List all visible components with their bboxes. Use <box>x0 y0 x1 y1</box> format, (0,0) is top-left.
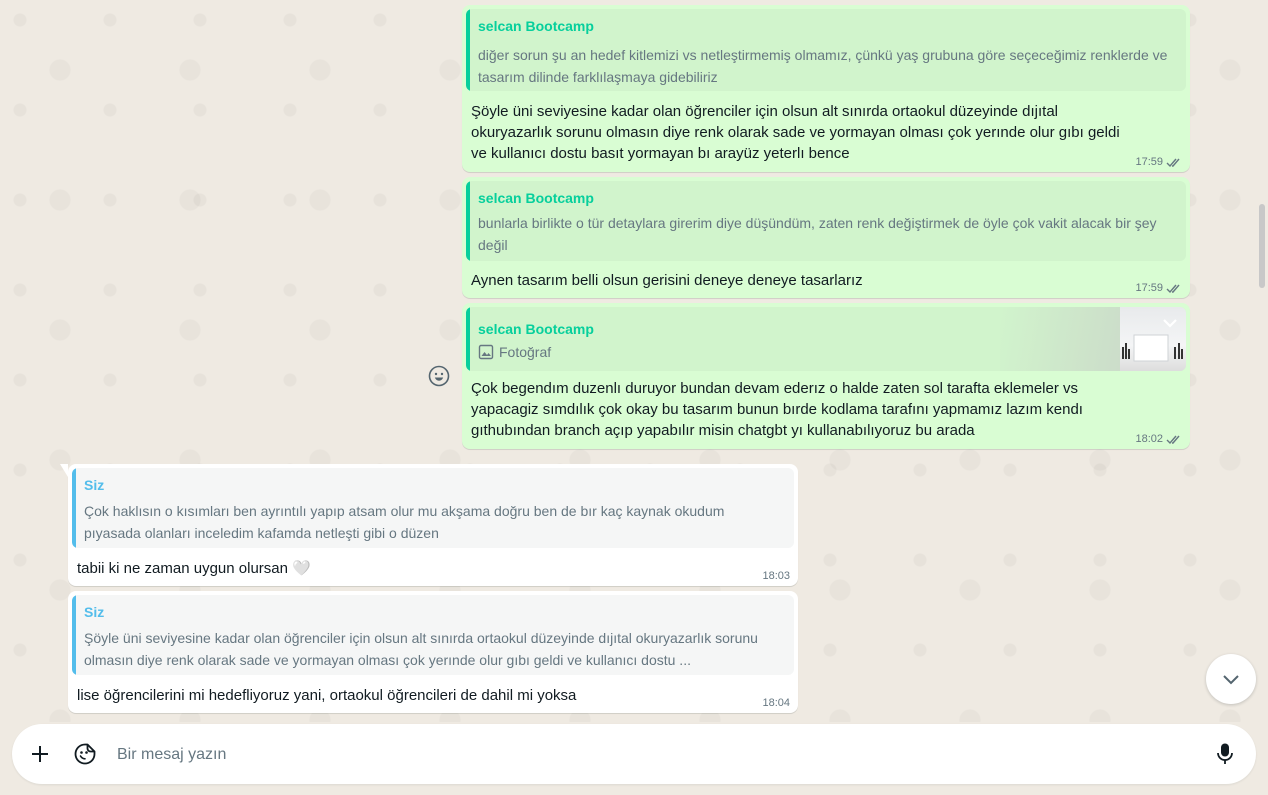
message-time: 18:04 <box>762 697 790 709</box>
outgoing-message[interactable]: selcan Bootcamp diğer sorun şu an hedef … <box>462 5 1190 172</box>
microphone-icon <box>1217 743 1233 764</box>
quote-text: bunlarla birlikte o tür detaylara gireri… <box>478 215 1157 253</box>
quoted-message[interactable]: Siz Şöyle üni seviyesine kadar olan öğre… <box>72 595 794 675</box>
message-meta: 18:02 <box>1135 433 1182 445</box>
photo-thumbnail[interactable] <box>1120 307 1186 371</box>
sticker-icon <box>74 743 96 765</box>
incoming-message[interactable]: Siz Şöyle üni seviyesine kadar olan öğre… <box>68 591 798 713</box>
message-meta: 18:03 <box>762 570 790 582</box>
bubble-tail <box>60 464 68 477</box>
message-input[interactable] <box>115 738 1189 772</box>
message-meta: 17:59 <box>1135 156 1182 168</box>
message-time: 17:59 <box>1135 282 1163 294</box>
photo-gradient <box>1000 307 1120 371</box>
attach-button[interactable] <box>24 738 56 770</box>
quote-author: Siz <box>84 477 105 493</box>
quote-accent-bar <box>72 595 76 675</box>
scrollbar[interactable] <box>1256 0 1268 722</box>
incoming-message[interactable]: Siz Çok haklısın o kısımları ben ayrıntı… <box>60 464 798 586</box>
message-list[interactable]: selcan Bootcamp diğer sorun şu an hedef … <box>0 0 1256 722</box>
quoted-message[interactable]: Siz Çok haklısın o kısımları ben ayrıntı… <box>72 468 794 548</box>
message-meta: 17:59 <box>1135 282 1182 294</box>
quote-author: selcan Bootcamp <box>478 18 594 34</box>
quote-accent-bar <box>466 181 470 261</box>
outgoing-message[interactable]: selcan Bootcamp bunlarla birlikte o tür … <box>462 177 1190 298</box>
message-composer <box>0 722 1268 795</box>
plus-icon <box>32 746 48 762</box>
double-check-icon <box>1166 284 1180 293</box>
quote-author: selcan Bootcamp <box>478 321 594 337</box>
quoted-message[interactable]: selcan Bootcamp Fotoğraf <box>466 307 1186 371</box>
photo-preview-graphic <box>1122 319 1183 362</box>
double-check-icon <box>1166 435 1180 444</box>
outgoing-message[interactable]: selcan Bootcamp Fotoğraf Çok begendım du… <box>462 303 1190 449</box>
quote-author: Siz <box>84 604 105 620</box>
scroll-to-bottom-button[interactable] <box>1206 654 1256 704</box>
quote-text: Çok haklısın o kısımları ben ayrıntılı y… <box>84 503 725 541</box>
quoted-message[interactable]: selcan Bootcamp diğer sorun şu an hedef … <box>466 9 1186 91</box>
quote-author: selcan Bootcamp <box>478 190 594 206</box>
image-icon <box>478 344 494 360</box>
quote-accent-bar <box>466 9 470 91</box>
double-check-icon <box>1166 158 1180 167</box>
message-text: lise öğrencilerini mi hedefliyoruz yani,… <box>77 687 577 704</box>
quote-text: Şöyle üni seviyesine kadar olan öğrencil… <box>84 630 758 668</box>
react-emoji-button[interactable] <box>426 363 452 389</box>
message-time: 17:59 <box>1135 156 1163 168</box>
quote-text: Fotoğraf <box>499 344 552 360</box>
message-time: 18:03 <box>762 570 790 582</box>
composer-box <box>12 724 1256 784</box>
sticker-button[interactable] <box>69 738 101 770</box>
message-time: 18:02 <box>1135 433 1163 445</box>
chevron-down-icon <box>1223 675 1239 685</box>
quote-text: diğer sorun şu an hedef kitlemizi vs net… <box>478 47 1168 85</box>
message-text: Şöyle üni seviyesine kadar olan öğrencil… <box>471 103 1120 162</box>
voice-message-button[interactable] <box>1209 738 1241 770</box>
quoted-message[interactable]: selcan Bootcamp bunlarla birlikte o tür … <box>466 181 1186 261</box>
emoji-icon <box>428 365 450 387</box>
message-text: Aynen tasarım belli olsun gerisini deney… <box>471 272 863 289</box>
quote-accent-bar <box>466 307 470 371</box>
scrollbar-thumb[interactable] <box>1259 204 1265 288</box>
message-text: tabii ki ne zaman uygun olursan 🤍 <box>77 560 311 577</box>
message-meta: 18:04 <box>762 697 790 709</box>
message-text: Çok begendım duzenlı duruyor bundan deva… <box>471 380 1083 439</box>
quote-accent-bar <box>72 468 76 548</box>
